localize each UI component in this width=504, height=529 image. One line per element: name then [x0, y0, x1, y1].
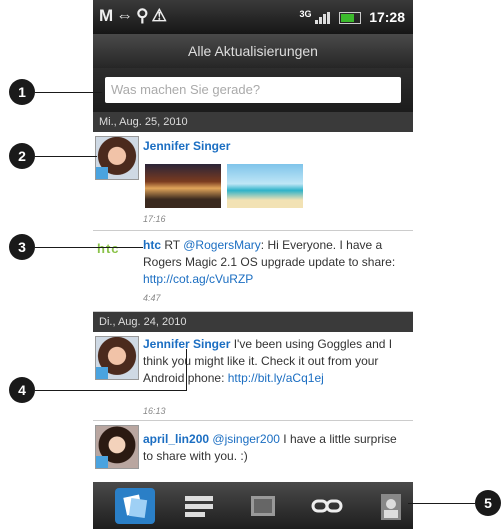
timestamp: 17:16 [143, 214, 166, 224]
tab-people[interactable] [371, 488, 411, 524]
url-link[interactable]: http://bit.ly/aCq1ej [228, 371, 324, 385]
callout-line [408, 503, 475, 504]
list-item[interactable]: Jennifer Singer I've been using Goggles … [93, 332, 413, 421]
callout-1: 1 [9, 79, 35, 105]
callout-2: 2 [9, 143, 35, 169]
callout-line [35, 390, 187, 391]
tab-all-updates[interactable] [115, 488, 155, 524]
callout-5: 5 [475, 490, 501, 516]
all-updates-icon [123, 494, 148, 519]
avatar[interactable] [95, 136, 139, 180]
callout-line [35, 156, 97, 157]
callout-line [35, 92, 102, 93]
tab-photos[interactable] [243, 488, 283, 524]
author-name[interactable]: april_lin200 [143, 432, 209, 446]
page-title: Alle Aktualisierungen [93, 34, 413, 68]
facebook-badge-icon [96, 367, 108, 379]
timeline-icon [185, 496, 213, 517]
url-link[interactable]: http://cot.ag/cVuRZP [143, 272, 253, 286]
photo-thumbnail[interactable] [227, 164, 303, 208]
facebook-badge-icon [96, 167, 108, 179]
photos-icon [251, 496, 275, 516]
clock: 17:28 [369, 9, 405, 25]
bottom-tab-bar [93, 482, 413, 529]
author-name[interactable]: Jennifer Singer [143, 139, 230, 153]
mention-link[interactable]: @jsinger200 [212, 432, 280, 446]
callout-4: 4 [9, 377, 35, 403]
list-item[interactable]: htc htc RT @RogersMary: Hi Everyone. I h… [93, 231, 413, 312]
status-update-input[interactable]: Was machen Sie gerade? [105, 77, 401, 103]
phone-screen: M⇔⚲⚠ 3G 17:28 Alle Aktualisierungen Was … [93, 0, 413, 529]
timestamp: 4:47 [143, 293, 161, 303]
tab-timeline[interactable] [179, 488, 219, 524]
photo-thumbnail[interactable] [145, 164, 221, 208]
battery-icon [339, 12, 362, 25]
avatar[interactable] [95, 425, 139, 469]
mention-link[interactable]: @RogersMary [183, 238, 261, 252]
author-name[interactable]: htc [143, 238, 161, 252]
list-item[interactable]: Jennifer Singer 17:16 [93, 132, 413, 231]
status-bar: M⇔⚲⚠ 3G 17:28 [93, 0, 413, 34]
notification-icons: M⇔⚲⚠ [99, 6, 170, 25]
callout-line [186, 349, 187, 390]
callout-line [35, 247, 143, 248]
timestamp: 16:13 [143, 406, 166, 416]
links-icon [311, 499, 343, 513]
date-header: Mi., Aug. 25, 2010 [93, 112, 413, 132]
avatar[interactable] [95, 336, 139, 380]
htc-logo-icon: htc [97, 241, 120, 256]
callout-3: 3 [9, 234, 35, 260]
list-item[interactable]: april_lin200 @jsinger200 I have a little… [93, 421, 413, 482]
people-icon [381, 494, 401, 520]
date-header: Di., Aug. 24, 2010 [93, 312, 413, 332]
signal-icon [315, 12, 331, 25]
tab-links[interactable] [307, 488, 347, 524]
twitter-badge-icon [96, 456, 108, 468]
network-label: 3G [299, 9, 312, 19]
status-update-bar: Was machen Sie gerade? [93, 68, 413, 112]
